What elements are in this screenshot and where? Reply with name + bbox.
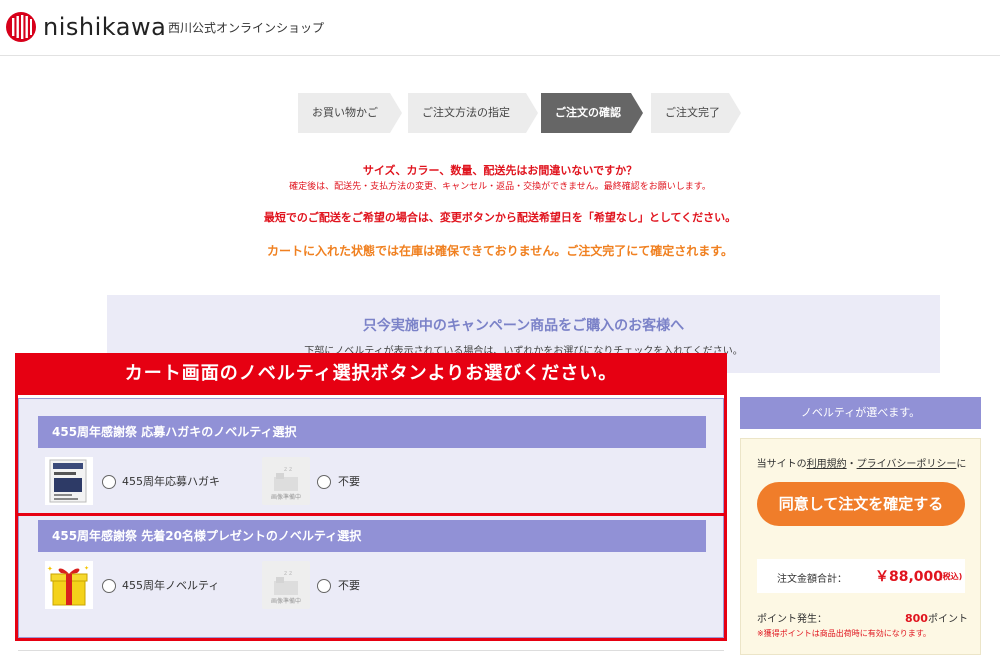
order-total: 注文金額合計： ￥88,000 (税込) — [757, 559, 965, 593]
points-note: ※獲得ポイントは商品出荷時に有効になります。 — [757, 629, 931, 638]
notice-no-change: 確定後は、配送先・支払方法の変更、キャンセル・返品・交換ができません。最終確認を… — [289, 182, 711, 192]
points-unit: ポイント — [927, 614, 968, 625]
privacy-policy-link[interactable]: プライバシーポリシー — [857, 459, 957, 470]
red-highlight-frame — [15, 395, 727, 641]
points-label: ポイント発生： — [757, 614, 827, 625]
notice-stock: カートに入れた状態では在庫は確保できておりません。ご注文完了にて確定されます。 — [266, 244, 734, 258]
total-label: 注文金額合計： — [777, 574, 847, 585]
terms-link[interactable]: 利用規約 — [807, 459, 847, 470]
shop-name: 西川公式オンラインショップ — [168, 21, 325, 35]
points-number: 800 — [905, 612, 928, 625]
sidebar-novelty-heading: ノベルティが選べます。 — [740, 397, 981, 429]
nishikawa-logo-icon[interactable] — [6, 12, 36, 42]
order-summary-box: 当サイトの利用規約・プライバシーポリシーに 同意して注文を確定する 注文金額合計… — [740, 438, 981, 655]
step-order-confirm: ご注文の確認 — [541, 93, 643, 133]
terms-suffix: に — [956, 459, 967, 470]
campaign-title: 只今実施中のキャンペーン商品をご購入のお客様へ — [362, 318, 685, 334]
terms-prefix: 当サイトの — [756, 459, 807, 470]
step-cart: お買い物かご — [298, 93, 402, 133]
checkout-steps: お買い物かご ご注文方法の指定 ご注文の確認 ご注文完了 — [298, 93, 758, 133]
confirm-order-button[interactable]: 同意して注文を確定する — [757, 482, 965, 526]
step-order-method: ご注文方法の指定 — [408, 93, 538, 133]
step-order-complete: ご注文完了 — [651, 93, 741, 133]
total-tax-label: (税込) — [939, 572, 963, 581]
notice-check-details: サイズ、カラー、数量、配送先はお間違いないですか？ — [362, 164, 638, 177]
terms-agreement: 当サイトの利用規約・プライバシーポリシーに — [741, 455, 982, 470]
terms-separator: ・ — [846, 459, 857, 470]
instruction-banner: カート画面のノベルティ選択ボタンよりお選びください。 — [15, 353, 727, 395]
site-header: nishikawa 西川公式オンラインショップ — [0, 0, 1000, 56]
divider — [18, 650, 724, 655]
total-value: ￥88,000 — [875, 569, 944, 585]
notice-shortest-delivery: 最短でのご配送をご希望の場合は、変更ボタンから配送希望日を「希望なし」としてくだ… — [263, 211, 737, 224]
logo-text[interactable]: nishikawa — [43, 10, 166, 44]
points-earned: 800ポイント — [905, 610, 968, 625]
